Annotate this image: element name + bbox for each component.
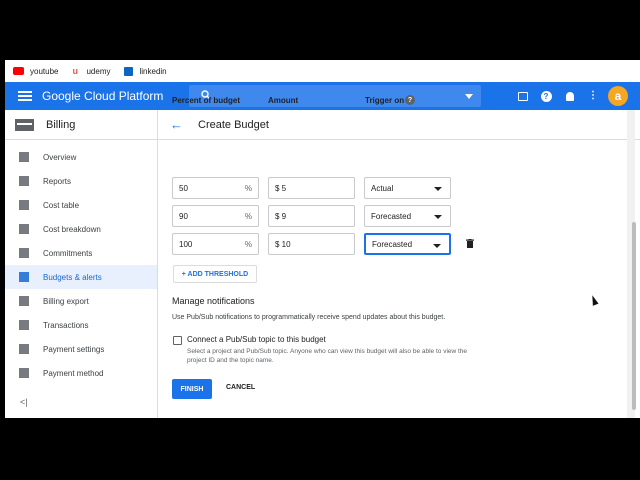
sidebar-item-label: Reports [43, 176, 72, 186]
sidebar-item-transactions[interactable]: Transactions [5, 313, 157, 337]
sidebar-item-commitments[interactable]: Commitments [5, 241, 157, 265]
billing-export-icon [19, 296, 29, 306]
page-title: Create Budget [198, 118, 269, 131]
sidebar-item-label: Transactions [43, 320, 89, 330]
percent-value: 100 [179, 239, 193, 249]
sidebar-item-label: Cost breakdown [43, 224, 101, 234]
page-header: ← Create Budget [158, 110, 640, 140]
back-arrow-icon[interactable]: ← [170, 117, 184, 132]
trash-icon[interactable] [466, 239, 474, 248]
sidebar-item-label: Budgets & alerts [43, 272, 102, 282]
percent-sign: % [244, 183, 252, 193]
sidebar-item-label: Commitments [43, 248, 93, 258]
commitments-icon [19, 248, 29, 258]
bookmark-linkedin[interactable]: linkedin [124, 66, 167, 76]
trigger-value: Actual [371, 183, 394, 193]
amount-input[interactable]: $ 9 [268, 205, 355, 227]
percent-input[interactable]: 90% [172, 205, 259, 227]
sidebar-item-label: Billing export [43, 296, 89, 306]
sidebar-item-cost-breakdown[interactable]: Cost breakdown [5, 217, 157, 241]
trigger-value: Forecasted [371, 211, 412, 221]
column-header-trigger: Trigger on [365, 96, 405, 105]
percent-value: 50 [179, 183, 188, 193]
trigger-select[interactable]: Forecasted [364, 233, 451, 255]
sidebar-item-label: Payment settings [43, 344, 105, 354]
transactions-icon [19, 320, 29, 330]
budgets-icon [19, 272, 29, 282]
collapse-sidebar-icon[interactable]: <| [20, 397, 28, 407]
help-icon[interactable]: ? [405, 95, 415, 105]
sidebar-header: Billing [5, 110, 157, 140]
sidebar-item-budgets-alerts[interactable]: Budgets & alerts [5, 265, 157, 289]
gcp-header: Google Cloud Platform ? ⋮ a [5, 82, 640, 110]
sidebar-item-label: Payment method [43, 368, 104, 378]
sidebar-item-reports[interactable]: Reports [5, 169, 157, 193]
dropdown-arrow-icon [434, 187, 442, 191]
notifications-description: Use Pub/Sub notifications to programmati… [172, 314, 446, 321]
add-threshold-button[interactable]: + ADD THRESHOLD [173, 265, 257, 283]
cost-breakdown-icon [19, 224, 29, 234]
scrollbar-thumb[interactable] [632, 222, 636, 410]
billing-icon [15, 118, 34, 131]
udemy-icon: u [72, 66, 78, 76]
percent-input[interactable]: 50% [172, 177, 259, 199]
trigger-select[interactable]: Actual [364, 177, 451, 199]
bookmark-label: youtube [30, 66, 59, 76]
menu-icon[interactable] [18, 91, 32, 101]
app-title[interactable]: Google Cloud Platform [42, 89, 189, 103]
finish-button[interactable]: FINISH [172, 379, 212, 399]
column-header-amount: Amount [268, 96, 299, 105]
chevron-down-icon[interactable] [465, 94, 473, 99]
amount-input[interactable]: $ 10 [268, 233, 355, 255]
overview-icon [19, 152, 29, 162]
youtube-icon [13, 67, 24, 75]
payment-settings-icon [19, 344, 29, 354]
payment-method-icon [19, 368, 29, 378]
linkedin-icon [124, 66, 134, 76]
sidebar-item-label: Cost table [43, 200, 80, 210]
sidebar-item-label: Overview [43, 152, 77, 162]
sidebar: Billing Overview Reports Cost table Cost… [5, 110, 158, 418]
help-icon[interactable]: ? [540, 90, 552, 102]
sidebar-item-billing-export[interactable]: Billing export [5, 289, 157, 313]
amount-input[interactable]: $ 5 [268, 177, 355, 199]
main-content: ← Create Budget [158, 110, 640, 418]
more-vert-icon[interactable]: ⋮ [587, 90, 599, 102]
percent-sign: % [244, 239, 252, 249]
notifications-title: Manage notifications [172, 296, 255, 306]
column-header-percent: Percent of budget [172, 96, 241, 105]
percent-input[interactable]: 100% [172, 233, 259, 255]
pubsub-checkbox-label[interactable]: Connect a Pub/Sub topic to this budget [187, 335, 326, 344]
cloud-shell-icon[interactable] [517, 90, 529, 102]
screen: youtube u udemy linkedin Google Cloud Pl… [0, 0, 640, 480]
sidebar-item-overview[interactable]: Overview [5, 145, 157, 169]
sidebar-item-payment-method[interactable]: Payment method [5, 361, 157, 385]
cancel-button[interactable]: CANCEL [226, 384, 255, 391]
bookmark-youtube[interactable]: youtube [13, 67, 58, 76]
dropdown-arrow-icon [433, 244, 441, 248]
reports-icon [19, 176, 29, 186]
cost-table-icon [19, 200, 29, 210]
trigger-value: Forecasted [372, 239, 413, 249]
bookmark-udemy[interactable]: u udemy [72, 67, 110, 76]
sidebar-item-payment-settings[interactable]: Payment settings [5, 337, 157, 361]
pubsub-description: Select a project and Pub/Sub topic. Anyo… [187, 348, 468, 364]
pubsub-checkbox[interactable] [173, 336, 182, 345]
bookmarks-bar: youtube u udemy linkedin [5, 60, 640, 82]
dropdown-arrow-icon [434, 215, 442, 219]
bookmark-label: udemy [86, 66, 111, 76]
notifications-icon[interactable] [564, 90, 576, 102]
bookmark-label: linkedin [139, 66, 167, 76]
avatar[interactable]: a [608, 86, 628, 106]
sidebar-nav: Overview Reports Cost table Cost breakdo… [5, 140, 157, 385]
sidebar-item-cost-table[interactable]: Cost table [5, 193, 157, 217]
sidebar-title: Billing [46, 118, 76, 131]
percent-sign: % [244, 211, 252, 221]
trigger-select[interactable]: Forecasted [364, 205, 451, 227]
percent-value: 90 [179, 211, 188, 221]
